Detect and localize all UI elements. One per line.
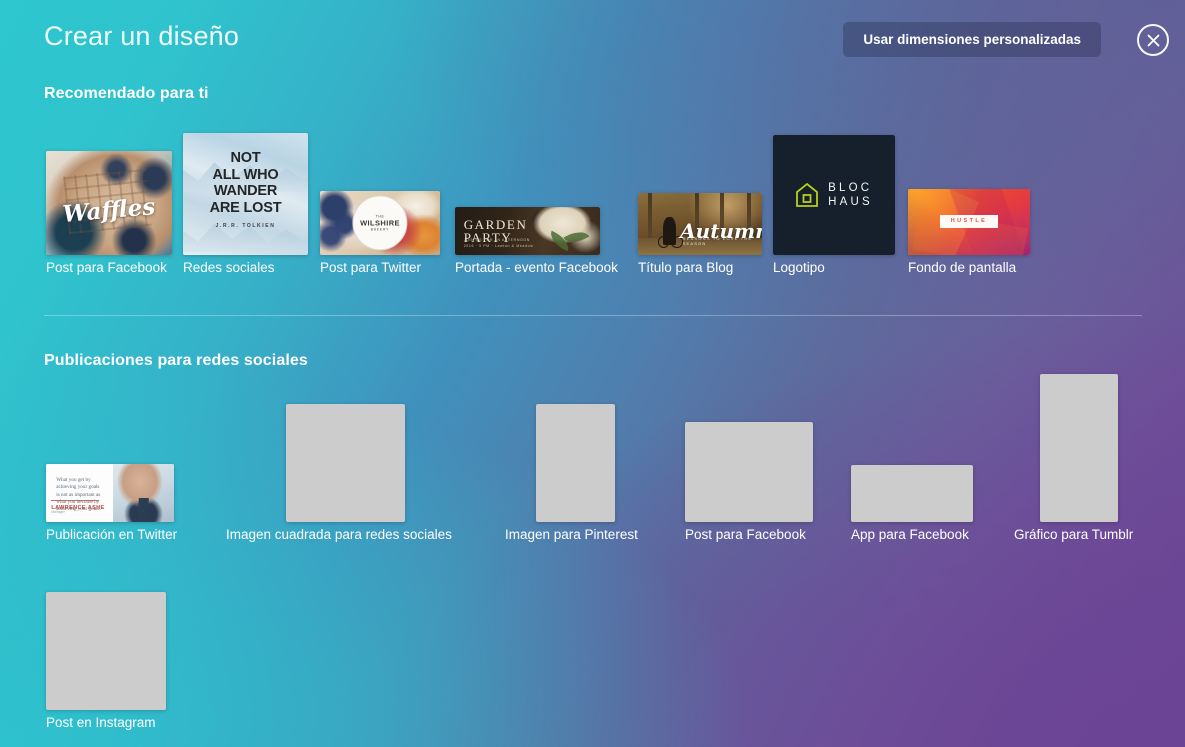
hustle-text: HUSTLE <box>950 218 988 225</box>
close-button[interactable] <box>1137 24 1169 56</box>
tile-label: Fondo de pantalla <box>908 260 1017 275</box>
create-design-modal: Crear un diseño Usar dimensiones persona… <box>0 0 1185 747</box>
design-tile-fondo-de-pantalla[interactable]: HUSTLE Fondo de pantalla <box>908 186 1033 276</box>
artwork-bakery: THE WILSHIRE BAKERY <box>320 191 440 255</box>
tile-label: Post para Twitter <box>320 260 422 275</box>
artwork-hustle-wallpaper: HUSTLE <box>908 189 1030 255</box>
tile-label: Gráfico para Tumblr <box>1014 527 1134 542</box>
design-tile-imagen-cuadrada[interactable]: 10 PRODUCTIVITYTIPS TO BE EMPLOYEE OF TH… <box>226 400 466 543</box>
thumbnail-do-all-things: DAILY WORD #14 DO ALL THINGSWITH LOVE <box>851 465 973 522</box>
section-title-recommended: Recomendado para ti <box>44 85 209 102</box>
tile-label: Post en Instagram <box>46 715 156 730</box>
thumbnail-spring-sale: MARCH 1ST TO 30TH · SHOP IN STORE UP TO … <box>685 422 813 522</box>
tile-label: Título para Blog <box>638 260 734 275</box>
logo-wordmark: BLOC HAUS <box>828 182 873 208</box>
thumbnail-garden-party: GARDEN PARTY JOIN US FOR AN AFTERNOON 2016… <box>455 207 600 255</box>
artwork-mountain-quote: NOT ALL WHO WANDER ARE LOST J.R.R. TOLKIEN <box>183 133 308 255</box>
close-icon <box>1147 34 1159 46</box>
artwork-autumn: Autumn REASONS TO LOVE THE SEASON <box>638 193 762 255</box>
thumbnail-autumn: Autumn REASONS TO LOVE THE SEASON <box>638 193 762 255</box>
section-title-social-posts: Publicaciones para redes sociales <box>44 352 308 369</box>
design-tile-portada-evento-facebook[interactable]: GARDEN PARTY JOIN US FOR AN AFTERNOON 2016… <box>455 200 627 276</box>
thumbnail-mountain-quote: NOT ALL WHO WANDER ARE LOST J.R.R. TOLKIEN <box>183 133 308 255</box>
design-tile-titulo-para-blog[interactable]: Autumn REASONS TO LOVE THE SEASON Título… <box>638 190 762 276</box>
tile-label: Post para Facebook <box>685 527 806 542</box>
garden-party-subtitle: JOIN US FOR AN AFTERNOON 2016 · 5 PM · La… <box>463 237 534 248</box>
tile-label: Logotipo <box>773 260 825 275</box>
house-icon <box>796 182 819 207</box>
use-custom-dimensions-button[interactable]: Usar dimensiones personalizadas <box>843 22 1101 57</box>
design-tile-logotipo[interactable]: BLOC HAUS Logotipo <box>773 132 895 276</box>
bakery-badge-sub: BAKERY <box>370 227 390 232</box>
tile-label: Imagen para Pinterest <box>505 527 638 542</box>
thumbnail-tumblr-cafe: WE TRAVEL NOT TOESCAPE LIFE BUT FOR LIFE… <box>1040 374 1118 522</box>
thumbnail-hustle-wallpaper: HUSTLE <box>908 189 1030 255</box>
thumbnail-typewriter: 10 PRODUCTIVITYTIPS TO BE EMPLOYEE OF TH… <box>286 404 405 522</box>
design-tile-post-para-twitter[interactable]: THE WILSHIRE BAKERY Post para Twitter <box>320 190 445 276</box>
tile-label: Publicación en Twitter <box>46 527 178 542</box>
design-tile-post-en-instagram[interactable]: I look my best whenI'm totally free, onh… <box>46 585 176 731</box>
thumbnail-pinterest: BEAUTY LIFE HACK #1 Need to dry your nai… <box>536 404 615 522</box>
autumn-subtitle: REASONS TO LOVE THE SEASON <box>682 236 753 247</box>
bakery-badge: THE WILSHIRE BAKERY <box>352 195 408 251</box>
design-tile-post-para-facebook-2[interactable]: MARCH 1ST TO 30TH · SHOP IN STORE UP TO … <box>685 418 813 543</box>
thumbnail-instagram-pineapple: I look my best whenI'm totally free, onh… <box>46 592 166 710</box>
design-tile-publicacion-en-twitter[interactable]: What you get by achieving your goals is … <box>46 460 186 543</box>
thumbnail-waffles: Waffles <box>46 151 172 255</box>
tile-label: Imagen cuadrada para redes sociales <box>226 527 452 542</box>
thumbnail-logo: BLOC HAUS <box>773 135 895 255</box>
section-divider <box>44 315 1142 316</box>
bakery-badge-name: WILSHIRE <box>360 218 400 228</box>
tile-label: Redes sociales <box>183 260 275 275</box>
tile-label: Portada - evento Facebook <box>455 260 618 275</box>
artwork-garden-party: GARDEN PARTY JOIN US FOR AN AFTERNOON 2016… <box>455 207 600 255</box>
tile-label: Post para Facebook <box>46 260 167 275</box>
tolkien-quote-text: NOT ALL WHO WANDER ARE LOST <box>209 150 282 216</box>
tolkien-attribution: J.R.R. TOLKIEN <box>215 223 276 230</box>
business-author-role: Manager <box>51 510 65 515</box>
design-tile-app-para-facebook[interactable]: DAILY WORD #14 DO ALL THINGSWITH LOVE Ap… <box>851 458 975 543</box>
design-tile-grafico-para-tumblr[interactable]: WE TRAVEL NOT TOESCAPE LIFE BUT FOR LIFE… <box>1014 374 1144 543</box>
thumbnail-bakery: THE WILSHIRE BAKERY <box>320 191 440 255</box>
hustle-label-box: HUSTLE <box>939 214 999 228</box>
page-title: Crear un diseño <box>44 21 240 51</box>
thumbnail-twitter-quote: What you get by achieving your goals is … <box>46 464 174 522</box>
tile-label: App para Facebook <box>851 527 969 542</box>
artwork-bloc-haus-logo: BLOC HAUS <box>773 135 895 255</box>
design-tile-imagen-para-pinterest[interactable]: BEAUTY LIFE HACK #1 Need to dry your nai… <box>505 400 646 543</box>
design-tile-redes-sociales[interactable]: NOT ALL WHO WANDER ARE LOST J.R.R. TOLKIEN … <box>183 132 313 276</box>
artwork-waffles: Waffles <box>46 151 172 255</box>
artwork-business-quote: What you get by achieving your goals is … <box>46 464 174 522</box>
